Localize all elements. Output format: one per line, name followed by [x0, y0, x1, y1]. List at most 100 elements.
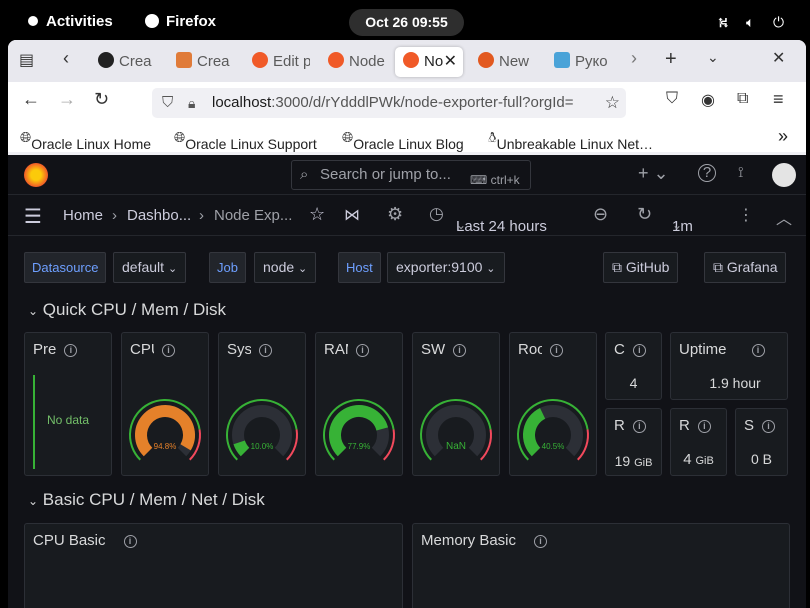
panel-cpu-busy[interactable]: CPU i 94.8% — [121, 332, 209, 476]
reload-icon[interactable]: ↻ — [94, 89, 109, 110]
info-icon[interactable]: i — [632, 420, 646, 433]
system-top-bar: Activities Firefox Oct 26 09:55 ⛕ 🔈︎ ⏻ — [0, 0, 810, 44]
panel-uptime[interactable]: Uptime i 1.9 hour — [670, 332, 788, 400]
panel-sys-load[interactable]: Sys i 10.0% — [218, 332, 306, 476]
star-icon[interactable]: ☆ — [309, 204, 325, 225]
bookmarks-toolbar: 🌐︎ Oracle Linux Home 🌐︎ Oracle Linux Sup… — [8, 122, 806, 152]
info-icon[interactable]: i — [550, 344, 563, 357]
var-select-job[interactable]: node ⌄ — [254, 252, 317, 283]
var-select-datasource[interactable]: default ⌄ — [113, 252, 187, 283]
scroll-tabs-right-icon[interactable]: › — [631, 48, 637, 69]
info-icon[interactable]: i — [534, 535, 548, 548]
info-icon[interactable]: i — [697, 420, 711, 433]
search-input[interactable]: ⌕ Search or jump to... ⌨ ctrl+k — [291, 160, 531, 190]
news-icon[interactable]: ⟟ — [738, 164, 744, 181]
grafana-app: ⌕ Search or jump to... ⌨ ctrl+k + ⌄ ? ⟟ … — [8, 155, 806, 608]
tab-list-icon[interactable]: ▤ — [19, 50, 34, 70]
browser-window: ▤ ‹ Crea Crea Edit p Node No ✕ New Руко ›… — [8, 40, 806, 608]
info-icon[interactable]: i — [259, 344, 272, 357]
more-icon[interactable]: ⋮ — [738, 205, 754, 225]
new-tab-icon[interactable]: + — [665, 48, 677, 71]
title-text: CPU Basic — [33, 532, 106, 549]
bookmark-star-icon[interactable]: ☆ — [600, 88, 620, 118]
tab-3[interactable]: Node — [328, 47, 386, 77]
var-select-host[interactable]: exporter:9100 ⌄ — [387, 252, 505, 283]
stat-value: 0 B — [750, 451, 772, 467]
volume-icon[interactable]: 🔈︎ — [746, 14, 754, 31]
pocket-icon[interactable]: ⛉ — [666, 90, 678, 108]
account-icon[interactable]: ◉ — [701, 90, 715, 110]
breadcrumb-sep: › — [199, 207, 204, 224]
list-all-tabs-icon[interactable]: ⌄ — [707, 49, 719, 66]
close-tab-icon[interactable]: ✕ — [444, 47, 457, 77]
tab-5[interactable]: New — [478, 47, 536, 77]
bookmark-oracle-home[interactable]: 🌐︎ Oracle Linux Home — [20, 129, 151, 152]
clock[interactable]: Oct 26 09:55 — [349, 9, 464, 36]
tab-1[interactable]: Crea — [176, 47, 234, 77]
clock-icon: ◷ — [429, 204, 444, 223]
panel-root-fs[interactable]: Rooi 40.5% — [509, 332, 597, 476]
grafana-link[interactable]: ⧉ Grafana — [704, 252, 787, 283]
panel-ram-used[interactable]: RAM i 77.9% — [315, 332, 403, 476]
user-avatar[interactable] — [772, 163, 796, 187]
menu-toggle-icon[interactable]: ☰ — [24, 204, 42, 229]
bookmark-unbreakable[interactable]: 🐧︎ Unbreakable Linux Net… — [488, 129, 653, 152]
chevron-down-icon: ⌄ — [28, 494, 39, 508]
settings-icon[interactable]: ⚙ — [387, 204, 403, 225]
info-icon[interactable]: i — [64, 344, 78, 357]
title-text: C — [614, 341, 625, 358]
tab-active[interactable]: No ✕ — [395, 47, 463, 77]
title-text: Sys — [227, 341, 251, 358]
panel-ram-total[interactable]: Ri 19 GiB — [605, 408, 662, 476]
row-quick[interactable]: ⌄ Quick CPU / Mem / Disk — [28, 300, 226, 320]
chevron-down-icon: ⌄ — [456, 218, 467, 232]
link-label: Grafana — [726, 259, 778, 275]
more-bookmarks-icon[interactable]: » — [778, 126, 788, 147]
close-window-icon[interactable]: ✕ — [772, 48, 785, 68]
power-icon[interactable]: ⏻ — [773, 14, 784, 31]
bookmark-oracle-support[interactable]: 🌐︎ Oracle Linux Support — [174, 129, 317, 152]
extensions-icon[interactable]: ⧉ — [737, 90, 748, 108]
info-icon[interactable]: i — [123, 535, 137, 548]
panel-cpu-basic[interactable]: CPU Basic i — [24, 523, 403, 608]
collapse-icon[interactable]: ︿ — [776, 205, 792, 229]
info-icon[interactable]: i — [356, 344, 369, 357]
refresh-icon[interactable]: ↻ — [637, 204, 652, 225]
panel-memory-basic[interactable]: Memory Basic i — [412, 523, 790, 608]
info-icon[interactable]: i — [162, 344, 175, 357]
panel-swap-used[interactable]: SW i NaN — [412, 332, 500, 476]
panel-cpu-cores[interactable]: Ci 4 — [605, 332, 662, 400]
breadcrumb-home[interactable]: Home — [63, 207, 103, 224]
tab-0[interactable]: Crea — [98, 47, 156, 77]
info-icon[interactable]: i — [453, 344, 466, 357]
zoom-out-icon[interactable]: ⊖ — [593, 204, 608, 225]
info-icon[interactable]: i — [762, 420, 776, 433]
bookmark-oracle-blog[interactable]: 🌐︎ Oracle Linux Blog — [342, 129, 464, 152]
tab-6[interactable]: Руко — [554, 47, 612, 77]
stat-number: 4 — [683, 451, 692, 468]
forward-icon[interactable]: → — [58, 89, 76, 110]
menu-icon[interactable]: ≡ — [773, 89, 784, 110]
share-icon[interactable]: ⋈ — [344, 205, 360, 225]
gauge: NaN — [420, 399, 492, 461]
grafana-logo-icon[interactable] — [24, 163, 48, 187]
bookmark-label: Oracle Linux Blog — [353, 136, 464, 152]
tab-2[interactable]: Edit p — [252, 47, 310, 77]
network-icon[interactable]: ⛕ — [718, 14, 728, 33]
url-bar[interactable]: ⛉ 🔒︎ localhost:3000/d/rYdddlPWk/node-exp… — [152, 88, 626, 118]
github-link[interactable]: ⧉ GitHub — [603, 252, 679, 283]
breadcrumb-dashboards[interactable]: Dashbo... — [127, 207, 191, 224]
stat-value: 4 — [629, 375, 638, 391]
info-icon[interactable]: i — [751, 344, 765, 357]
app-menu[interactable]: Firefox — [145, 13, 216, 30]
panel-pressure[interactable]: Pre i No data — [24, 332, 112, 476]
info-icon[interactable]: i — [632, 344, 646, 357]
row-basic[interactable]: ⌄ Basic CPU / Mem / Net / Disk — [28, 490, 265, 510]
activities-button[interactable]: Activities — [28, 13, 113, 30]
back-icon[interactable]: ← — [22, 89, 40, 110]
scroll-tabs-left-icon[interactable]: ‹ — [63, 48, 69, 69]
panel-root-total[interactable]: Si 0 B — [735, 408, 788, 476]
panel-swap-total[interactable]: Ri 4 GiB — [670, 408, 727, 476]
add-icon[interactable]: + ⌄ — [638, 163, 669, 184]
help-icon[interactable]: ? — [698, 164, 716, 182]
